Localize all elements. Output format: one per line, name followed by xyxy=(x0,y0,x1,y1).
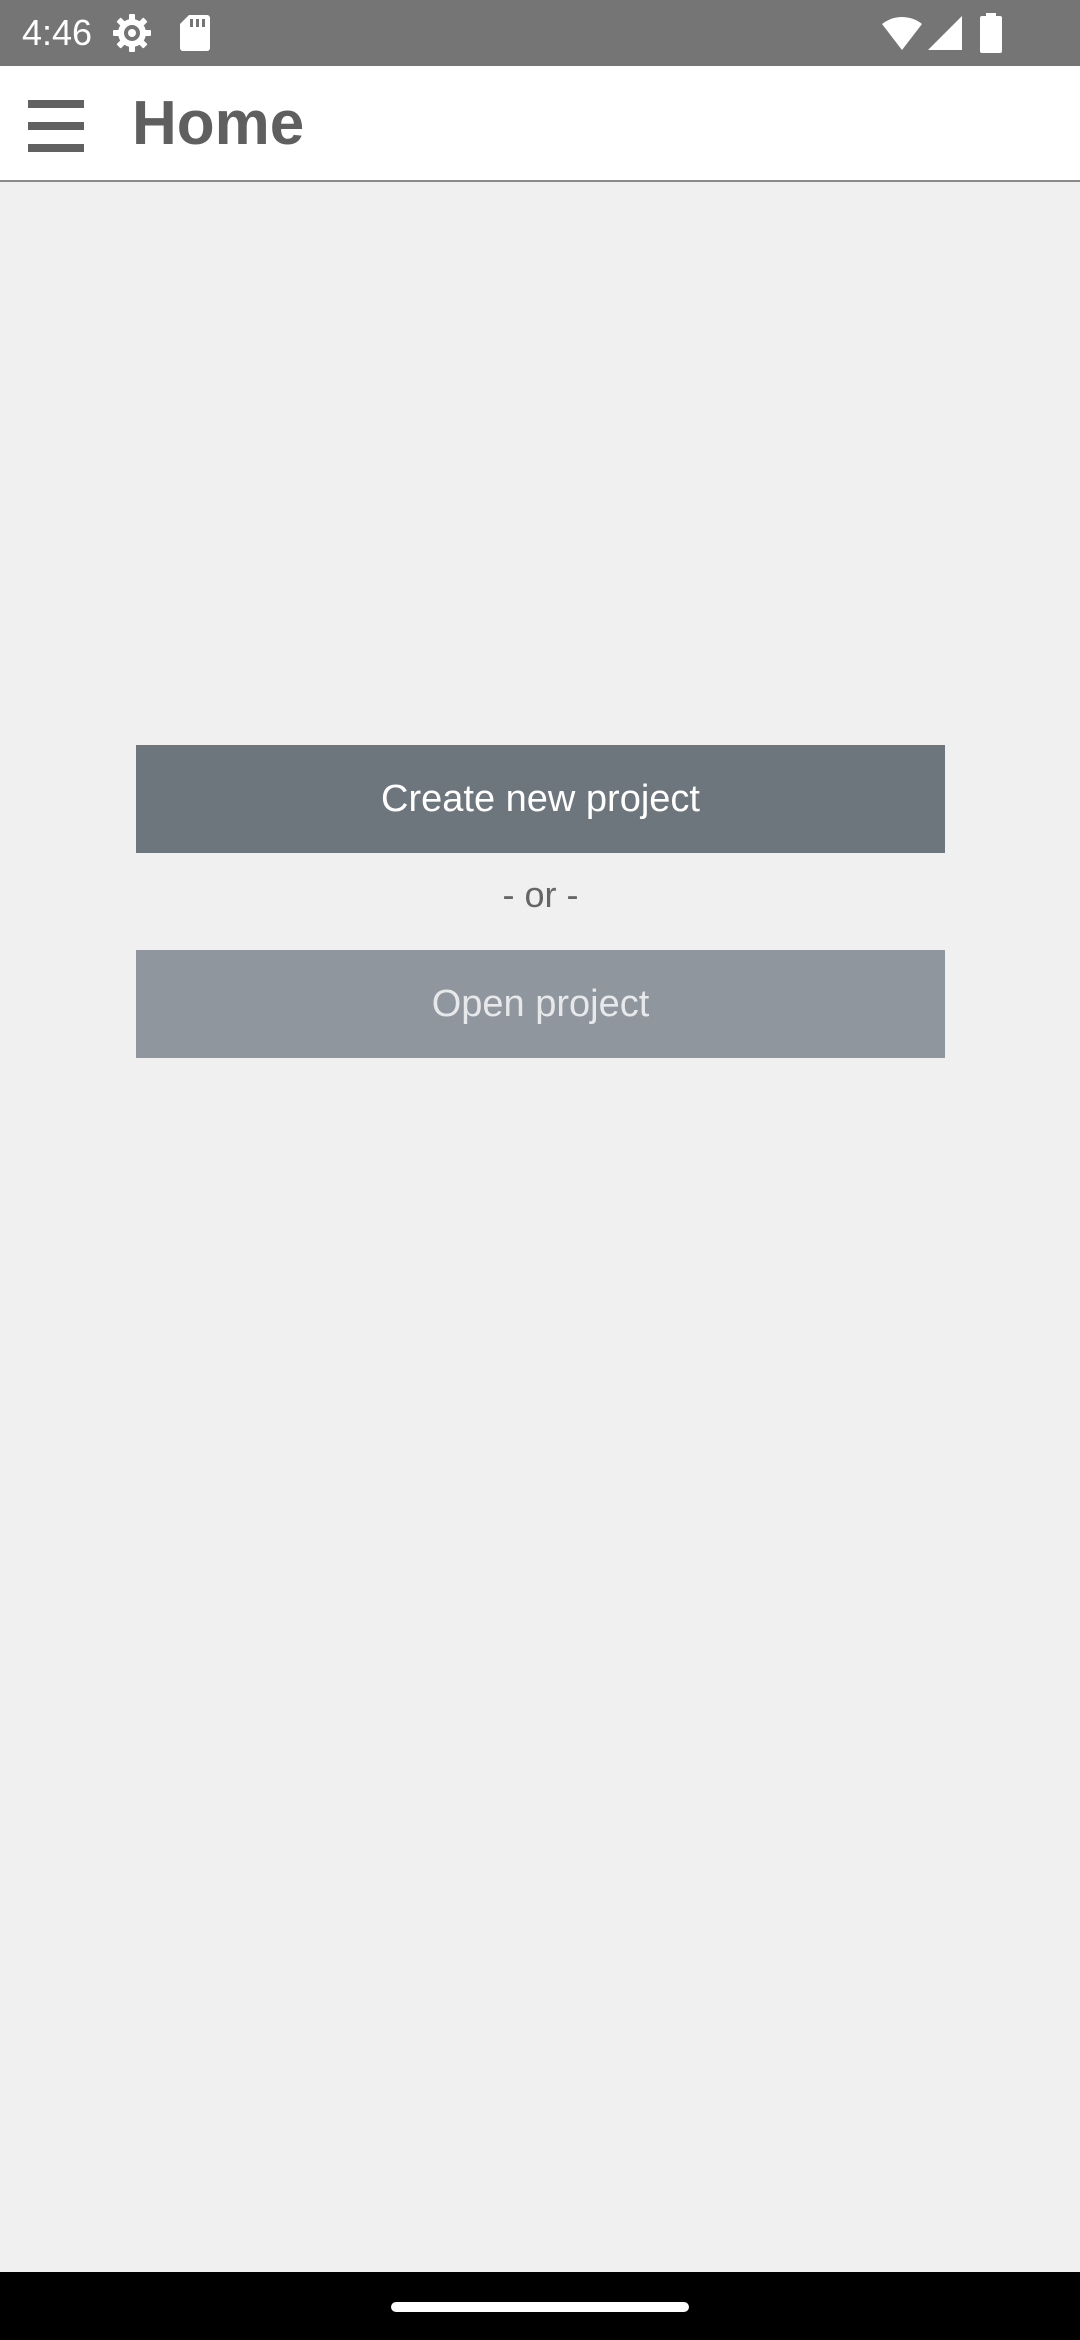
system-navigation-bar xyxy=(0,2272,1080,2340)
page-title: Home xyxy=(132,89,305,158)
settings-icon xyxy=(113,14,151,52)
home-gesture-handle[interactable] xyxy=(391,2302,689,2312)
status-bar: 4:46 xyxy=(0,0,1080,66)
sd-card-icon xyxy=(180,15,210,51)
create-new-project-button[interactable]: Create new project xyxy=(136,745,945,853)
main-content: Create new project - or - Open project xyxy=(0,182,1080,2272)
menu-icon[interactable] xyxy=(20,90,92,162)
or-separator-text: - or - xyxy=(502,874,579,915)
wifi-icon xyxy=(882,16,922,50)
status-time: 4:46 xyxy=(22,12,93,53)
open-project-button[interactable]: Open project xyxy=(136,950,945,1058)
app-bar: Home xyxy=(0,66,1080,182)
cell-signal-icon xyxy=(928,16,962,50)
battery-icon xyxy=(980,13,1002,53)
